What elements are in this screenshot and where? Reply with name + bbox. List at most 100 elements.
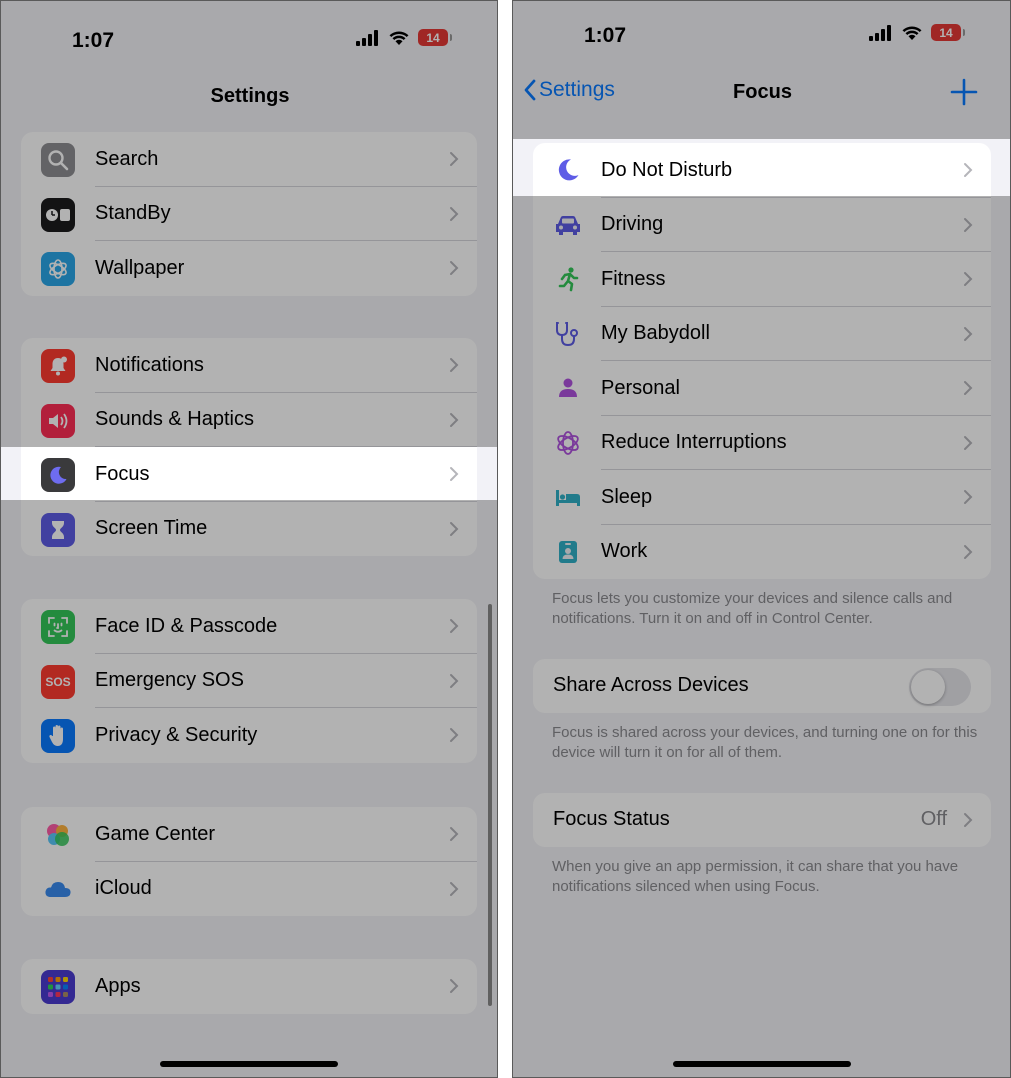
focus-status-footer: When you give an app permission, it can … bbox=[552, 858, 959, 895]
settings-row-label: Game Center bbox=[95, 822, 216, 845]
game-center-app-icon bbox=[41, 818, 75, 852]
focus-row-label: Reduce Interruptions bbox=[601, 431, 787, 454]
dim-overlay-top bbox=[513, 1, 1010, 139]
focus-app-icon bbox=[41, 458, 75, 492]
settings-row-label: Privacy & Security bbox=[95, 723, 258, 746]
notifications-app-icon bbox=[41, 349, 75, 383]
standby-app-icon bbox=[41, 197, 75, 232]
page-title: Focus bbox=[733, 81, 792, 103]
person-icon bbox=[551, 371, 585, 405]
focus-status-row[interactable]: Focus Status Off bbox=[533, 793, 991, 847]
share-across-devices-toggle[interactable] bbox=[909, 668, 971, 706]
share-across-devices-label: Share Across Devices bbox=[553, 674, 749, 696]
chevron-right-icon bbox=[964, 435, 973, 450]
chevron-right-icon bbox=[964, 490, 973, 504]
status-icons: 14 bbox=[869, 24, 965, 41]
cellular-signal-icon bbox=[356, 29, 378, 46]
focus-row-my-babydoll[interactable]: My Babydoll bbox=[533, 307, 991, 361]
chevron-right-icon bbox=[964, 326, 973, 341]
chevron-right-icon bbox=[450, 881, 459, 896]
settings-screen: 1:07 14 Settings Search StandBy Wallpape… bbox=[0, 0, 498, 1078]
sos-icon-text: SOS bbox=[45, 674, 71, 689]
chevron-right-icon bbox=[964, 217, 973, 232]
chevron-right-icon bbox=[450, 206, 459, 221]
screen-time-app-icon bbox=[41, 512, 75, 547]
settings-row-label: Emergency SOS bbox=[95, 669, 244, 692]
settings-row-label: iCloud bbox=[95, 877, 152, 900]
share-group: Share Across Devices bbox=[533, 659, 991, 713]
running-figure-icon bbox=[551, 262, 585, 296]
settings-row-privacy[interactable]: Privacy & Security bbox=[21, 708, 477, 763]
car-icon bbox=[551, 208, 585, 242]
settings-group-security: Face ID & Passcode SOS Emergency SOS Pri… bbox=[21, 599, 477, 763]
chevron-right-icon bbox=[450, 467, 459, 481]
settings-row-notifications[interactable]: Notifications bbox=[21, 338, 477, 393]
privacy-hand-icon bbox=[41, 719, 75, 753]
moon-icon bbox=[551, 153, 585, 187]
settings-row-focus[interactable]: Focus bbox=[21, 447, 477, 502]
settings-row-screen-time[interactable]: Screen Time bbox=[21, 502, 477, 557]
chevron-right-icon bbox=[964, 381, 973, 395]
focus-row-personal[interactable]: Personal bbox=[533, 361, 991, 416]
battery-indicator: 14 bbox=[931, 24, 965, 41]
settings-row-label: StandBy bbox=[95, 202, 171, 225]
chevron-right-icon bbox=[450, 412, 459, 427]
settings-row-wallpaper[interactable]: Wallpaper bbox=[21, 241, 477, 296]
search-app-icon bbox=[41, 143, 75, 177]
settings-row-icloud[interactable]: iCloud bbox=[21, 862, 477, 917]
icloud-app-icon bbox=[41, 872, 75, 907]
focus-row-do-not-disturb[interactable]: Do Not Disturb bbox=[533, 143, 991, 198]
focus-status-group: Focus Status Off bbox=[533, 793, 991, 847]
chevron-right-icon bbox=[964, 813, 973, 827]
wifi-icon bbox=[902, 25, 922, 40]
add-focus-button[interactable] bbox=[949, 77, 979, 107]
wifi-icon bbox=[389, 30, 409, 45]
focus-status-label: Focus Status bbox=[553, 808, 670, 830]
settings-group-apps: Apps bbox=[21, 959, 477, 1014]
settings-row-face-id[interactable]: Face ID & Passcode bbox=[21, 599, 477, 654]
focus-row-sleep[interactable]: Sleep bbox=[533, 470, 991, 525]
id-badge-icon bbox=[551, 535, 585, 569]
chevron-right-icon bbox=[450, 728, 459, 742]
settings-row-label: Notifications bbox=[95, 353, 204, 376]
settings-row-label: Search bbox=[95, 147, 159, 170]
flower-icon bbox=[551, 426, 585, 460]
focus-status-value: Off bbox=[920, 808, 947, 830]
chevron-right-icon bbox=[964, 272, 973, 286]
settings-row-apps[interactable]: Apps bbox=[21, 959, 477, 1014]
chevron-right-icon bbox=[450, 827, 459, 841]
status-time: 1:07 bbox=[72, 29, 115, 52]
focus-row-reduce-interruptions[interactable]: Reduce Interruptions bbox=[533, 416, 991, 470]
focus-row-label: Work bbox=[601, 540, 648, 563]
status-time: 1:07 bbox=[584, 24, 627, 47]
chevron-right-icon bbox=[450, 979, 459, 993]
settings-row-search[interactable]: Search bbox=[21, 132, 477, 187]
settings-row-game-center[interactable]: Game Center bbox=[21, 807, 477, 862]
settings-row-emergency-sos[interactable]: SOS Emergency SOS bbox=[21, 654, 477, 708]
focus-modes-list: Do Not Disturb Driving Fitness My Babydo… bbox=[533, 143, 991, 579]
status-icons: 14 bbox=[356, 29, 452, 46]
chevron-right-icon bbox=[450, 619, 459, 633]
settings-group-services: Game Center iCloud bbox=[21, 807, 477, 916]
chevron-right-icon bbox=[450, 358, 459, 372]
home-indicator[interactable] bbox=[160, 1061, 338, 1067]
home-indicator[interactable] bbox=[673, 1061, 851, 1067]
scrollbar[interactable] bbox=[488, 604, 492, 1006]
focus-modes-footer: Focus lets you customize your devices an… bbox=[552, 590, 953, 627]
focus-row-work[interactable]: Work bbox=[533, 525, 991, 580]
stethoscope-icon bbox=[551, 317, 585, 351]
focus-row-label: Do Not Disturb bbox=[601, 158, 733, 181]
chevron-right-icon bbox=[450, 673, 459, 688]
settings-row-label: Focus bbox=[95, 462, 150, 485]
share-across-devices-row: Share Across Devices bbox=[533, 659, 991, 713]
settings-row-label: Apps bbox=[95, 974, 141, 997]
settings-row-sounds[interactable]: Sounds & Haptics bbox=[21, 393, 477, 447]
chevron-right-icon bbox=[450, 261, 459, 275]
focus-row-fitness[interactable]: Fitness bbox=[533, 252, 991, 307]
focus-row-label: Sleep bbox=[601, 485, 653, 508]
settings-row-standby[interactable]: StandBy bbox=[21, 187, 477, 241]
chevron-right-icon bbox=[964, 163, 973, 177]
focus-row-driving[interactable]: Driving bbox=[533, 198, 991, 252]
sos-app-icon: SOS bbox=[41, 664, 75, 699]
focus-row-label: Fitness bbox=[601, 267, 666, 290]
